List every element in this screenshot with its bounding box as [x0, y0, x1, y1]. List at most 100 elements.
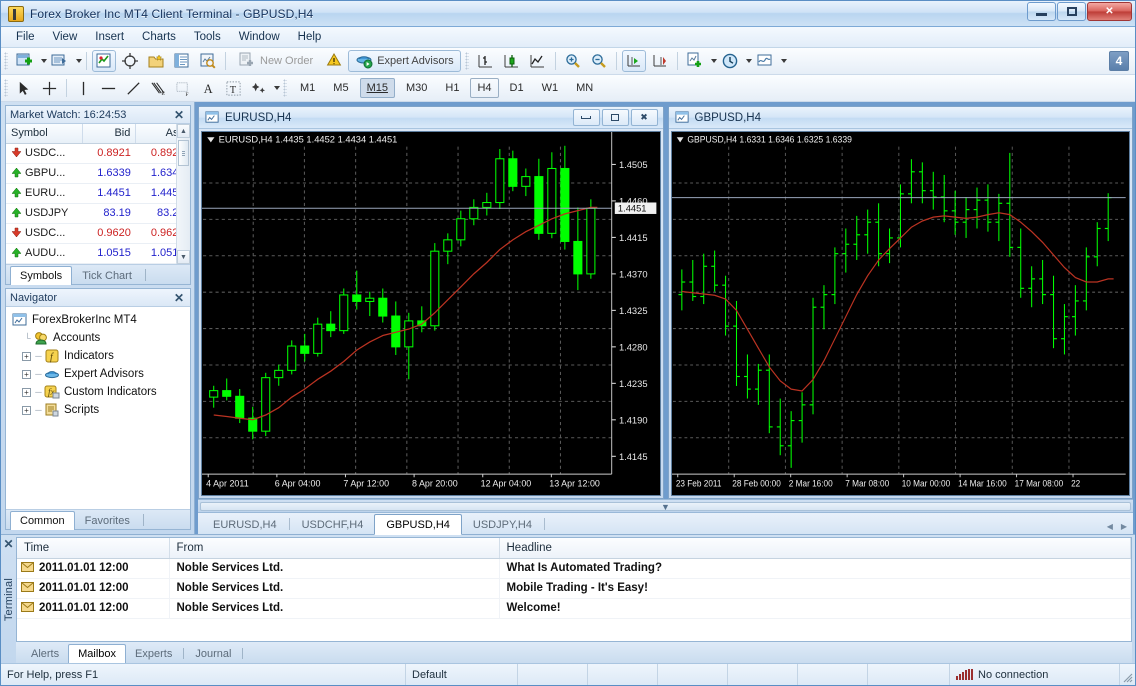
shapes-icon[interactable] — [247, 77, 270, 99]
tree-item-expert-advisors[interactable]: + ─ Expert Advisors — [12, 365, 190, 383]
templates-icon[interactable] — [753, 50, 777, 72]
indicators-icon[interactable] — [683, 50, 707, 72]
chart-horizontal-scrollbar[interactable]: ▼ — [198, 499, 1133, 512]
navigator-icon[interactable] — [144, 50, 168, 72]
profiles-dropdown-icon[interactable] — [76, 59, 82, 63]
line-toolbar-grip[interactable] — [4, 79, 8, 97]
indicators-dropdown-icon[interactable] — [711, 59, 717, 63]
data-window-icon[interactable] — [118, 50, 142, 72]
chart-tab-usdchf[interactable]: USDCHF,H4 — [291, 515, 375, 534]
table-row[interactable]: 2011.01.01 12:00 Noble Services Ltd. Mob… — [17, 578, 1131, 598]
bar-chart-icon[interactable] — [474, 50, 498, 72]
periods-dropdown-icon[interactable] — [746, 59, 752, 63]
tab-common[interactable]: Common — [10, 511, 75, 530]
chart-tab-eurusd[interactable]: EURUSD,H4 — [202, 515, 288, 534]
navigator-close-icon[interactable]: ✕ — [172, 292, 186, 304]
alert-icon[interactable] — [322, 50, 346, 72]
menu-charts[interactable]: Charts — [133, 29, 185, 45]
scroll-down-icon[interactable]: ▼ — [177, 250, 190, 264]
zoom-out-icon[interactable] — [587, 50, 611, 72]
tab-symbols[interactable]: Symbols — [10, 266, 72, 285]
tab-scroll-right-icon[interactable]: ▶ — [1121, 522, 1127, 531]
fibonacci-icon[interactable]: E — [147, 77, 170, 99]
terminal-tab-mailbox[interactable]: Mailbox — [68, 644, 126, 664]
terminal-tab-alerts[interactable]: Alerts — [22, 645, 68, 663]
chart-minimize-button[interactable] — [573, 109, 600, 126]
timeframe-h4[interactable]: H4 — [470, 78, 498, 98]
table-row[interactable]: USDJPY 83.19 83.22 — [6, 203, 190, 223]
chart-shift-icon[interactable] — [648, 50, 672, 72]
minimize-button[interactable] — [1027, 2, 1056, 21]
terminal-tab-experts[interactable]: Experts — [126, 645, 181, 663]
table-row[interactable]: 2011.01.01 12:00 Noble Services Ltd. Wha… — [17, 558, 1131, 578]
text-icon[interactable]: A — [197, 77, 220, 99]
timeframe-m5[interactable]: M5 — [326, 78, 355, 98]
table-row[interactable]: EURU... 1.4451 1.4453 — [6, 183, 190, 203]
chart-count-badge[interactable]: 4 — [1109, 51, 1129, 71]
column-time[interactable]: Time — [17, 538, 169, 558]
menu-window[interactable]: Window — [230, 29, 289, 45]
chart-close-button[interactable]: ✖ — [631, 109, 658, 126]
timeframe-w1[interactable]: W1 — [535, 78, 566, 98]
tree-item-forexbrokerinc[interactable]: ForexBrokerInc MT4 — [12, 311, 190, 329]
new-order-button[interactable]: New Order — [231, 50, 320, 72]
menu-tools[interactable]: Tools — [185, 29, 230, 45]
strategy-tester-icon[interactable] — [196, 50, 220, 72]
toolbar-grip[interactable] — [4, 52, 8, 70]
terminal-close-icon[interactable]: ✕ — [1, 538, 15, 550]
column-bid[interactable]: Bid — [82, 124, 136, 143]
cursor-icon[interactable] — [13, 77, 36, 99]
tree-item-custom-indicators[interactable]: + ─ fx Custom Indicators — [12, 383, 190, 401]
zoom-in-icon[interactable] — [561, 50, 585, 72]
tab-tick-chart[interactable]: Tick Chart — [72, 266, 142, 284]
chart-canvas-gbpusd[interactable]: 23 Feb 201128 Feb 00:002 Mar 16:007 Mar … — [671, 131, 1131, 496]
equidistant-channel-icon[interactable]: F — [172, 77, 195, 99]
profiles-icon[interactable] — [48, 50, 72, 72]
tree-item-accounts[interactable]: └ Accounts — [12, 329, 190, 347]
timeframe-d1[interactable]: D1 — [503, 78, 531, 98]
timeframe-grip[interactable] — [283, 79, 287, 97]
timeframe-m1[interactable]: M1 — [293, 78, 322, 98]
table-row[interactable]: USDC... 0.9620 0.9624 — [6, 223, 190, 243]
shapes-dropdown-icon[interactable] — [274, 86, 280, 90]
maximize-button[interactable] — [1057, 2, 1086, 21]
timeframe-m15[interactable]: M15 — [360, 78, 395, 98]
table-row[interactable]: EURG... 0.8843 0.8846 — [6, 263, 190, 264]
status-profile[interactable]: Default — [406, 664, 518, 685]
table-row[interactable]: USDC... 0.8921 0.8925 — [6, 143, 190, 163]
column-from[interactable]: From — [169, 538, 499, 558]
scrollbar-thumb[interactable] — [178, 140, 189, 166]
table-row[interactable]: GBPU... 1.6339 1.6342 — [6, 163, 190, 183]
market-watch-close-icon[interactable]: ✕ — [172, 109, 186, 121]
terminal-tab-journal[interactable]: Journal — [186, 645, 240, 663]
table-row[interactable]: 2011.01.01 12:00 Noble Services Ltd. Wel… — [17, 598, 1131, 618]
expander-plus-icon[interactable]: + — [22, 352, 31, 361]
crosshair-icon[interactable] — [38, 77, 61, 99]
periods-clock-icon[interactable] — [718, 50, 742, 72]
menu-file[interactable]: File — [7, 29, 44, 45]
timeframe-mn[interactable]: MN — [569, 78, 600, 98]
chart-canvas-eurusd[interactable]: 1.45051.44601.44151.43701.43251.42801.42… — [201, 131, 661, 496]
chart-window-eurusd[interactable]: EURUSD,H4 ✖ 1.45051.44601.44151.43701.43… — [198, 106, 664, 499]
chart-tab-usdjpy[interactable]: USDJPY,H4 — [462, 515, 543, 534]
tab-scroll-left-icon[interactable]: ◀ — [1107, 522, 1113, 531]
new-chart-icon[interactable] — [13, 50, 37, 72]
column-headline[interactable]: Headline — [499, 538, 1131, 558]
resize-grip[interactable] — [1120, 664, 1135, 685]
auto-scroll-icon[interactable] — [622, 50, 646, 72]
vertical-line-icon[interactable] — [72, 77, 95, 99]
candlestick-chart-icon[interactable] — [500, 50, 524, 72]
expert-advisors-button[interactable]: Expert Advisors — [348, 50, 460, 72]
terminal-icon[interactable] — [170, 50, 194, 72]
menu-insert[interactable]: Insert — [86, 29, 133, 45]
column-symbol[interactable]: Symbol — [6, 124, 82, 143]
expander-plus-icon[interactable]: + — [22, 388, 31, 397]
status-connection[interactable]: No connection — [950, 664, 1120, 685]
chart-restore-button[interactable] — [602, 109, 629, 126]
expander-plus-icon[interactable]: + — [22, 406, 31, 415]
toolbar-grip-2[interactable] — [465, 52, 469, 70]
line-chart-icon[interactable] — [526, 50, 550, 72]
timeframe-m30[interactable]: M30 — [399, 78, 434, 98]
menu-help[interactable]: Help — [289, 29, 331, 45]
table-row[interactable]: AUDU... 1.0515 1.0518 — [6, 243, 190, 263]
